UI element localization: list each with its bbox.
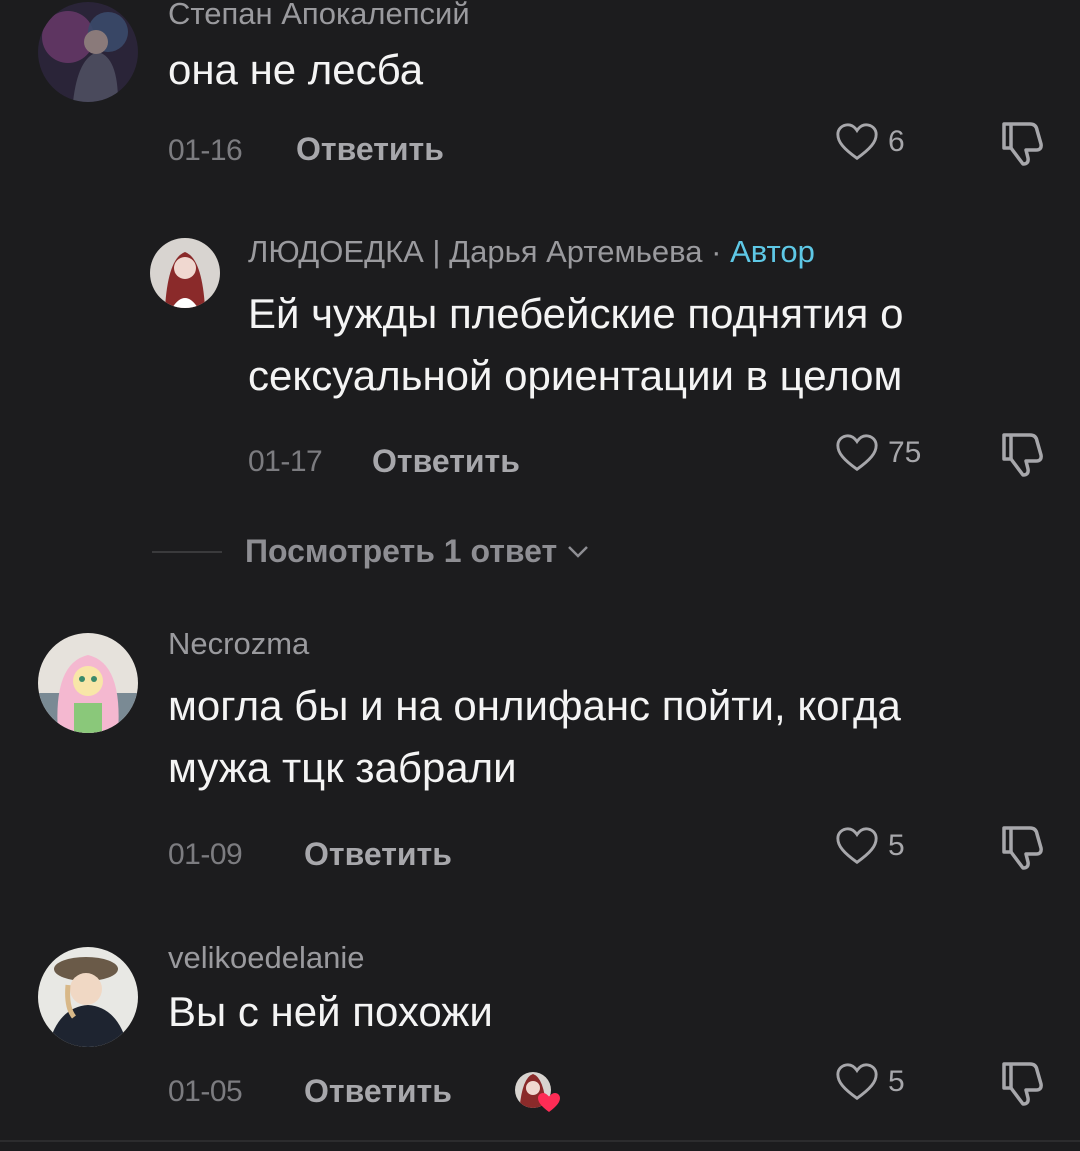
- creator-liked-badge: [513, 1068, 561, 1116]
- comment-text-line: сексуальной ориентации в целом: [248, 352, 903, 399]
- username-text[interactable]: ЛЮДОЕДКА | Дарья Артемьева: [248, 234, 703, 269]
- reply-button[interactable]: Ответить: [296, 131, 444, 168]
- avatar[interactable]: [38, 947, 138, 1047]
- dislike-button[interactable]: [996, 116, 1048, 168]
- comment-text: Вы с ней похожи: [168, 988, 493, 1035]
- like-count: 75: [888, 436, 922, 469]
- dislike-button[interactable]: [996, 427, 1048, 479]
- like-count: 5: [888, 1065, 905, 1098]
- author-badge: Автор: [730, 234, 815, 269]
- view-replies-label: Посмотреть 1 ответ: [245, 533, 558, 569]
- reply-button[interactable]: Ответить: [304, 1073, 452, 1110]
- comment-text: она не лесба: [168, 46, 424, 93]
- comment-date: 01-16: [168, 134, 243, 167]
- comment-username[interactable]: Степан Апокалепсий: [168, 0, 470, 32]
- like-count: 6: [888, 125, 905, 158]
- heart-outline-icon: [836, 1063, 878, 1101]
- comment-date: 01-05: [168, 1075, 243, 1108]
- like-button[interactable]: 5: [834, 820, 905, 872]
- thumbs-down-icon: [1002, 1062, 1043, 1106]
- separator-dot: ·: [711, 234, 722, 269]
- avatar[interactable]: [38, 633, 138, 733]
- dislike-button[interactable]: [996, 1056, 1048, 1108]
- reply-button[interactable]: Ответить: [372, 443, 520, 480]
- heart-outline-icon: [836, 827, 878, 865]
- divider-line: [152, 551, 222, 553]
- like-button[interactable]: 6: [834, 116, 905, 168]
- thumbs-down-icon: [1002, 122, 1043, 166]
- thumbs-down-icon: [1002, 826, 1043, 870]
- reply-button[interactable]: Ответить: [304, 836, 452, 873]
- thumbs-down-icon: [1002, 433, 1043, 477]
- comment-username[interactable]: ЛЮДОЕДКА | Дарья Артемьева · Автор: [248, 234, 815, 270]
- view-replies-button[interactable]: Посмотреть 1 ответ: [245, 533, 589, 570]
- like-button[interactable]: 5: [834, 1056, 905, 1108]
- chevron-down-icon: [568, 545, 589, 558]
- comment-date: 01-17: [248, 445, 323, 478]
- comment-text-line: могла бы и на онлифанс пойти, когда: [168, 682, 901, 729]
- avatar[interactable]: [38, 2, 138, 102]
- comment-username[interactable]: velikoedelanie: [168, 940, 364, 976]
- comment-username[interactable]: Necrozma: [168, 626, 309, 662]
- comment-text-line: Ей чужды плебейские поднятия о: [248, 290, 904, 337]
- heart-outline-icon: [836, 434, 878, 472]
- avatar[interactable]: [150, 238, 220, 308]
- comment-text-line: мужа тцк забрали: [168, 744, 517, 791]
- like-button[interactable]: 75: [834, 427, 921, 479]
- bottom-divider: [0, 1140, 1080, 1142]
- heart-outline-icon: [836, 123, 878, 161]
- like-count: 5: [888, 829, 905, 862]
- comment-date: 01-09: [168, 838, 243, 871]
- dislike-button[interactable]: [996, 820, 1048, 872]
